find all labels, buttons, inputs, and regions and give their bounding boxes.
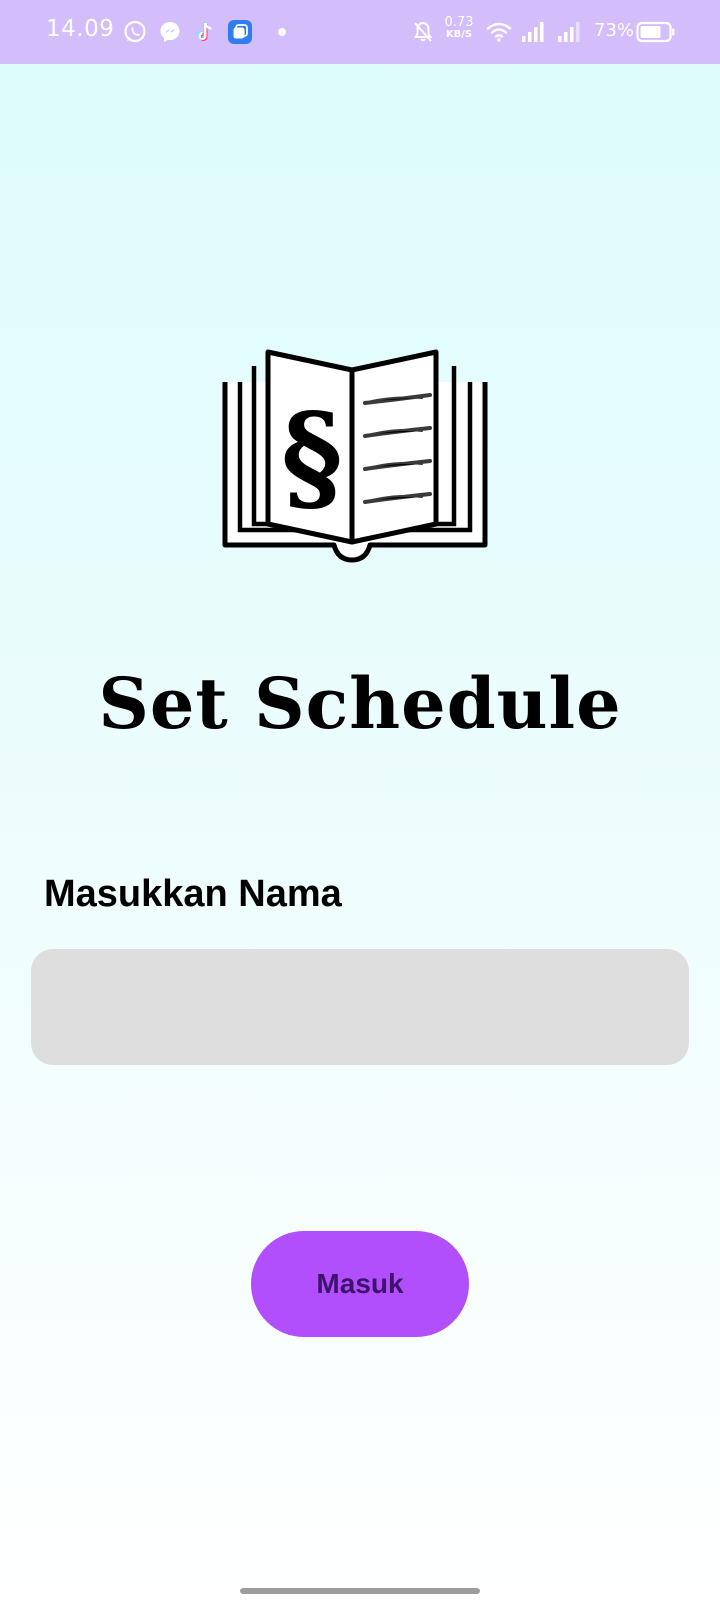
tiktok-icon (197, 22, 212, 41)
network-speed: 0.73 KB/S (442, 15, 476, 41)
bell-muted-icon (413, 21, 433, 42)
app-icon (228, 20, 252, 44)
signal-icon (558, 22, 580, 42)
battery-icon (636, 21, 675, 43)
name-input[interactable] (31, 949, 689, 1065)
more-notifications-dot (278, 28, 286, 36)
battery-percent: 73% (594, 20, 635, 41)
network-speed-unit: KB/S (445, 29, 473, 40)
wifi-icon (486, 22, 512, 42)
name-label: Masukkan Nama (44, 873, 342, 915)
messenger-icon (160, 22, 180, 42)
network-speed-value: 0.73 (444, 15, 474, 30)
whatsapp-icon (124, 20, 146, 43)
status-time: 14.09 (46, 16, 115, 42)
section-sign: § (281, 387, 343, 526)
home-indicator[interactable] (240, 1588, 480, 1594)
status-bar: 14.09 0.73 KB/S 73% (0, 0, 720, 64)
open-book-section-sign-icon: § (222, 349, 488, 563)
app-title: Set Schedule (98, 662, 622, 745)
login-button[interactable]: Masuk (251, 1231, 469, 1337)
signal-icon (522, 22, 544, 42)
